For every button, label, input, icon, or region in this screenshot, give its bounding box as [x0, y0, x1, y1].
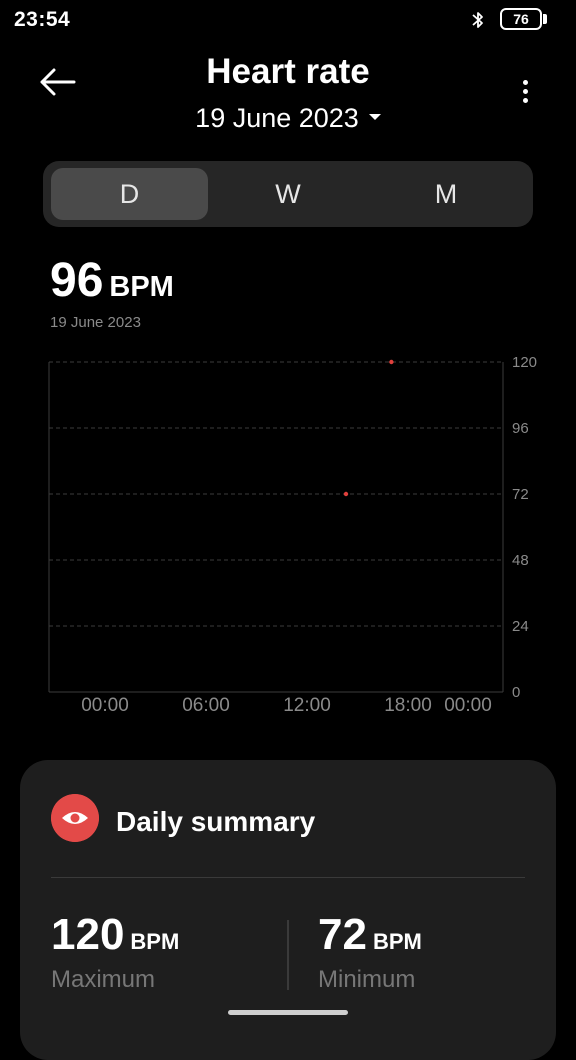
minimum-label: Minimum [318, 966, 416, 993]
y-tick-label: 96 [512, 420, 529, 437]
current-value: 96 BPM [50, 253, 174, 308]
tab-month[interactable]: M [367, 168, 525, 220]
x-tick-label: 06:00 [182, 695, 230, 716]
eye-icon [51, 794, 99, 842]
x-tick-label: 00:00 [81, 695, 129, 716]
value-date: 19 June 2023 [50, 314, 141, 331]
caret-down-icon [368, 113, 381, 120]
status-bar: 23:54 76 [0, 0, 576, 42]
minimum-stat: 72 BPM Minimum [318, 910, 422, 993]
summary-title: Daily summary [116, 806, 316, 837]
bluetooth-icon [472, 12, 483, 28]
y-tick-label: 120 [512, 354, 537, 371]
maximum-unit: BPM [130, 929, 180, 954]
y-tick-label: 0 [512, 684, 520, 701]
date-label: 19 June 2023 [195, 103, 359, 133]
divider [287, 920, 289, 990]
minimum-value: 72 [318, 910, 367, 959]
tab-day[interactable]: D [51, 168, 208, 220]
y-tick-label: 72 [512, 486, 529, 503]
status-time: 23:54 [14, 8, 71, 31]
x-tick-label: 18:00 [384, 695, 432, 716]
y-tick-label: 24 [512, 618, 529, 635]
value-number: 96 [50, 254, 104, 307]
maximum-label: Maximum [51, 966, 156, 993]
home-indicator [228, 1010, 348, 1015]
daily-summary-card[interactable]: Daily summary 120 BPM Maximum 72 BPM Minim… [20, 760, 556, 1060]
page-title: Heart rate [206, 52, 370, 91]
value-unit: BPM [109, 271, 174, 303]
battery-cap [543, 14, 547, 24]
x-tick-label: 12:00 [283, 695, 331, 716]
y-tick-label: 48 [512, 552, 529, 569]
heart-rate-chart[interactable]: 0 24 48 72 96 120 00:00 06:00 12:00 18:00 00:00 [0, 340, 576, 730]
period-selector: D W M [43, 161, 533, 227]
more-options-icon[interactable] [510, 78, 540, 108]
data-point [343, 491, 349, 497]
battery-level: 76 [513, 11, 529, 27]
divider [51, 877, 525, 878]
x-tick-label: 00:00 [444, 695, 492, 716]
maximum-stat: 120 BPM Maximum [51, 910, 180, 993]
battery-icon: 76 [500, 8, 542, 30]
data-point [389, 359, 394, 365]
minimum-unit: BPM [372, 929, 422, 954]
tab-week[interactable]: W [209, 168, 367, 220]
date-picker[interactable]: 19 June 2023 [0, 103, 576, 134]
maximum-value: 120 [51, 910, 125, 959]
